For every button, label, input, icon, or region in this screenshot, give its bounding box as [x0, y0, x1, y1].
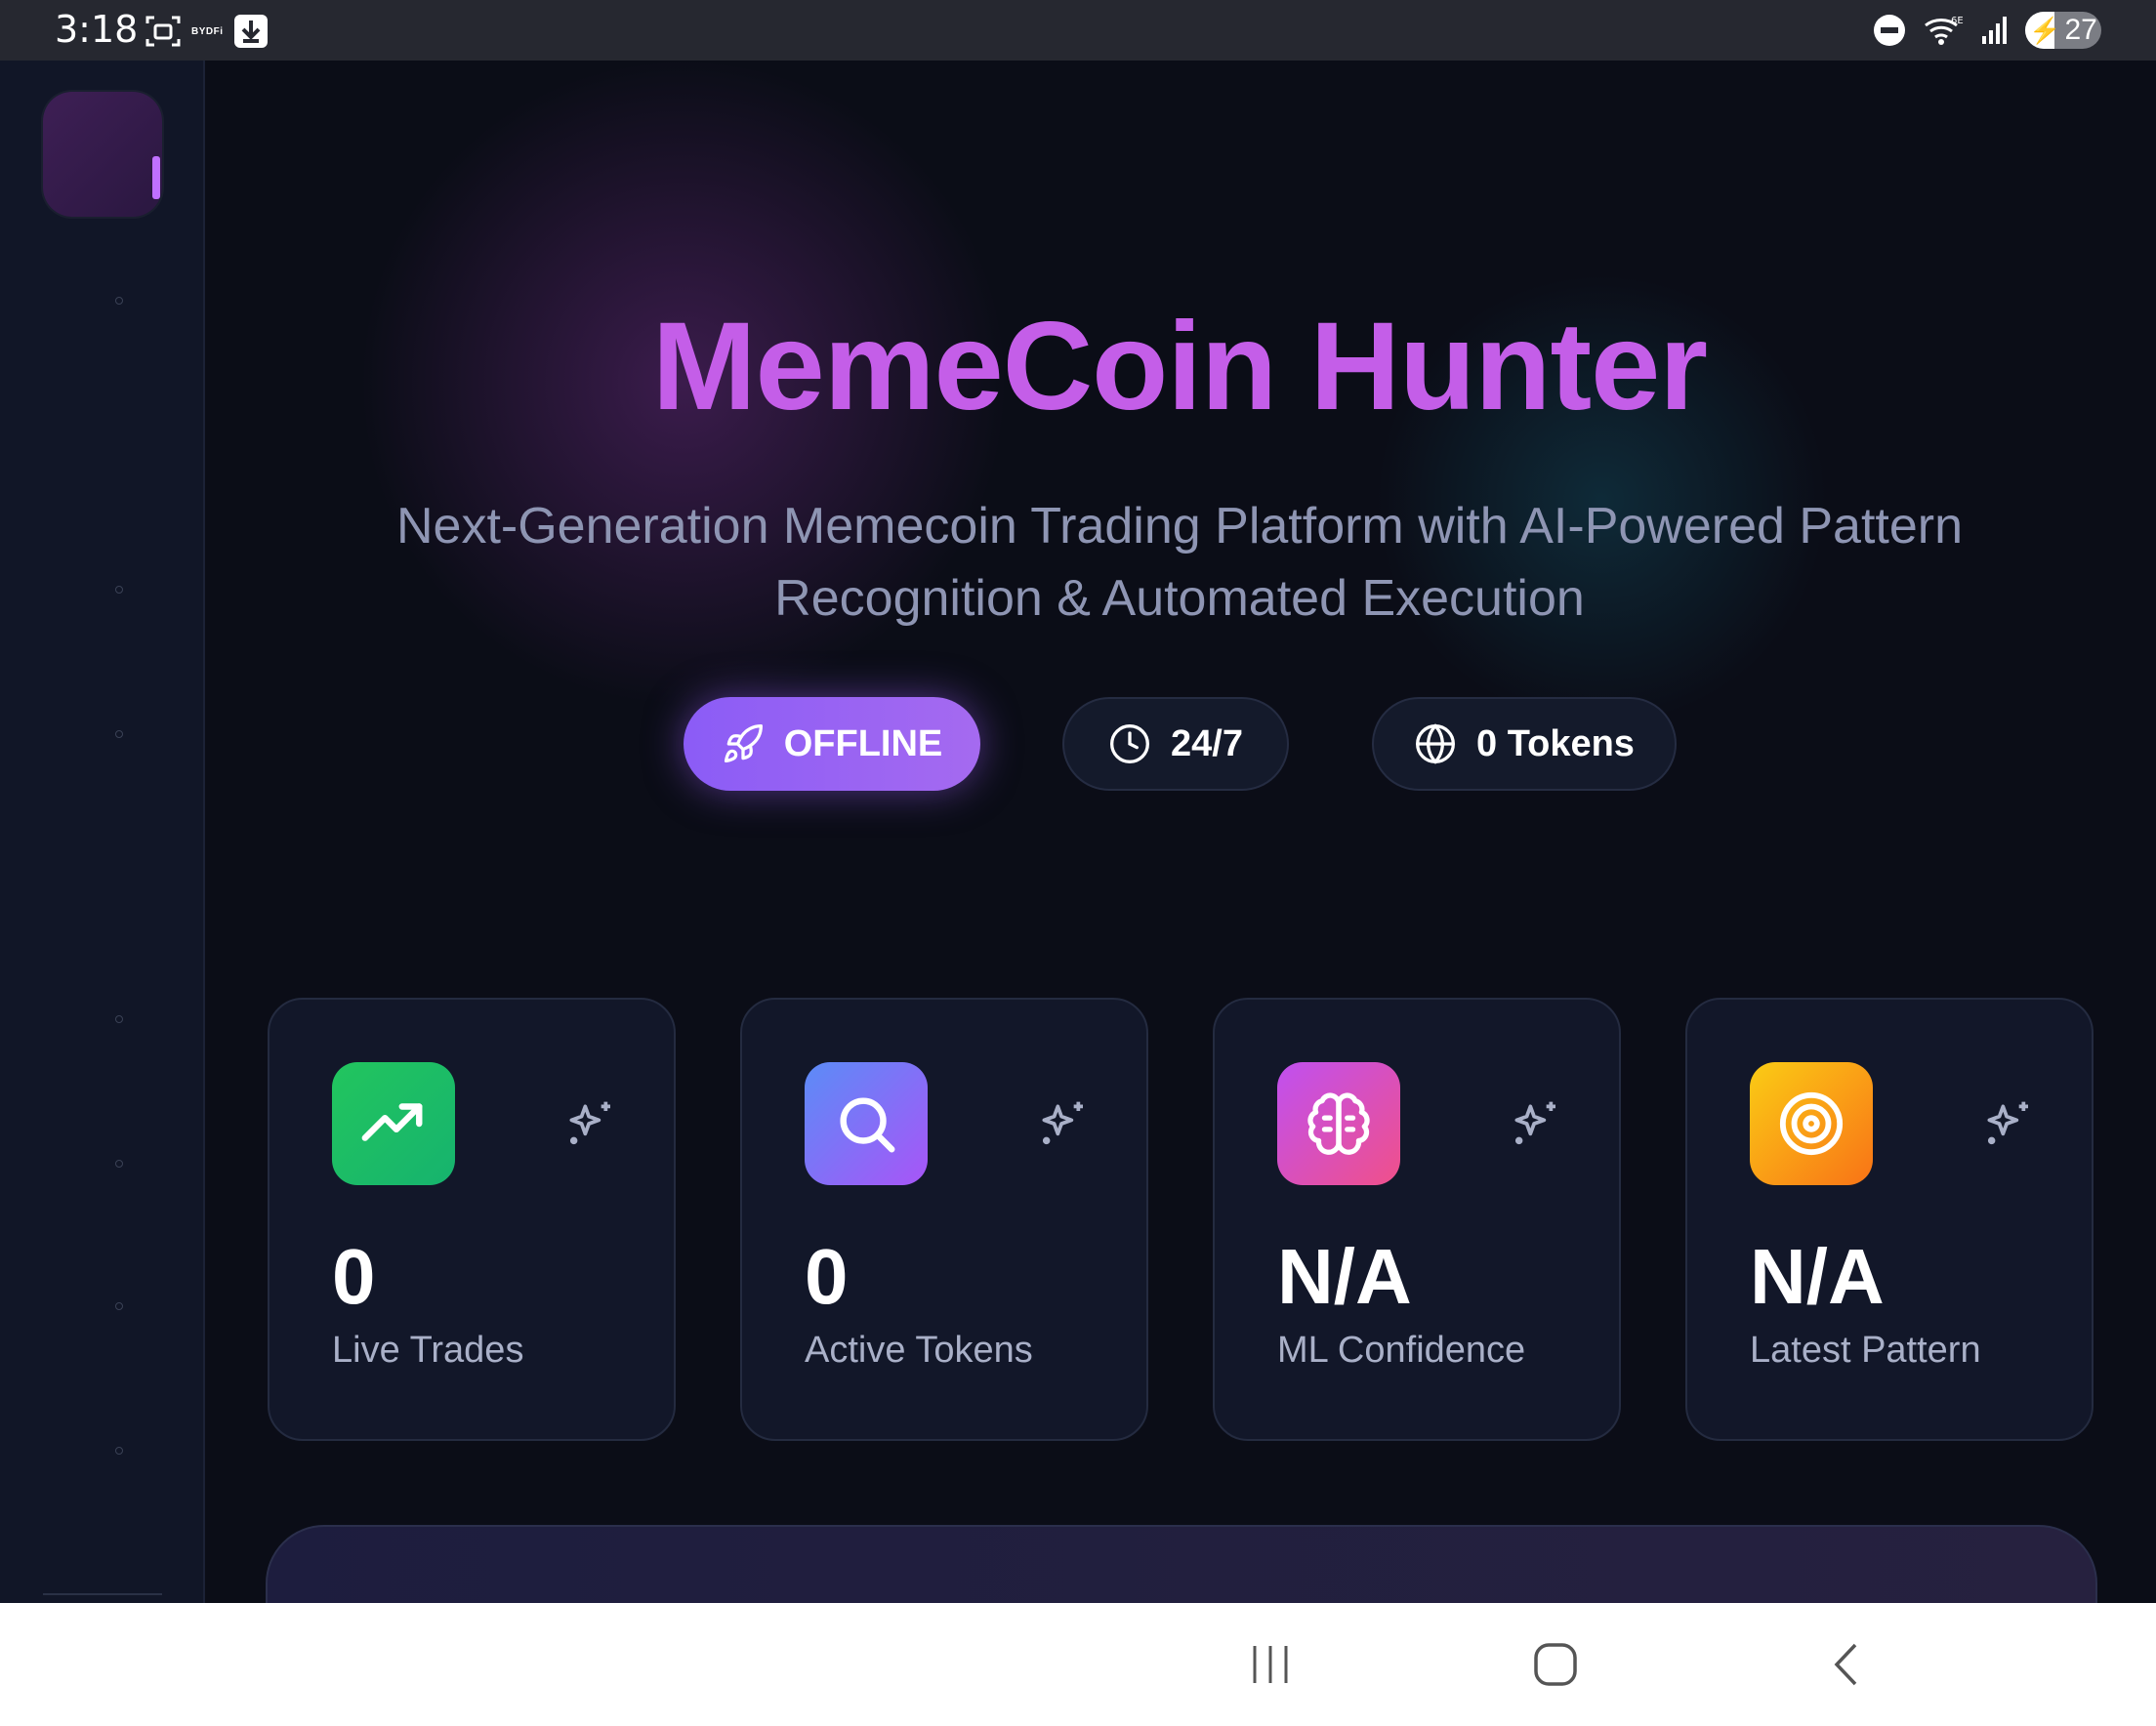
wifi-icon: 6E: [1925, 16, 1964, 45]
app-screen: MemeCoin Hunter Next-Generation Memecoin…: [0, 61, 2156, 1603]
sidebar-logo[interactable]: [43, 92, 162, 217]
sidebar-item-6[interactable]: [115, 1302, 123, 1310]
stat-value: N/A: [1750, 1233, 1885, 1320]
sidebar-item-5[interactable]: [115, 1160, 123, 1168]
sidebar: [0, 61, 205, 1603]
sparkle-icon: [569, 1101, 610, 1145]
offline-label: OFFLINE: [783, 722, 943, 764]
status-right-icons: 6E ⚡ 27: [1873, 12, 2101, 49]
offline-status-button[interactable]: OFFLINE: [684, 697, 980, 791]
sparkle-icon: [1987, 1101, 2028, 1145]
recent-apps-icon[interactable]: [1246, 1642, 1295, 1687]
back-icon[interactable]: [1822, 1642, 1871, 1687]
globe-icon: [1416, 723, 1456, 764]
stat-value: N/A: [1277, 1233, 1412, 1320]
signal-label: 6E: [1951, 16, 1964, 26]
sidebar-item-7[interactable]: [115, 1447, 123, 1455]
do-not-disturb-icon: [1874, 15, 1905, 46]
clock-icon: [1110, 724, 1149, 763]
brand-badge: BYDFi: [191, 25, 224, 37]
stat-card-active-tokens[interactable]: 0 Active Tokens: [740, 998, 1148, 1441]
screenshot-icon: [145, 16, 181, 47]
home-icon[interactable]: [1531, 1642, 1580, 1687]
sidebar-item-4[interactable]: [115, 1015, 123, 1023]
tokens-pill[interactable]: 0 Tokens: [1372, 697, 1677, 791]
stat-label: Latest Pattern: [1750, 1330, 1981, 1371]
page-subtitle: Next-Generation Memecoin Trading Platfor…: [301, 490, 2058, 635]
download-icon: [233, 15, 268, 48]
status-left-icons: BYDFi: [145, 14, 269, 49]
sidebar-divider: [43, 1593, 162, 1595]
subtitle-line-2: Recognition & Automated Execution: [774, 570, 1585, 627]
trending-up-icon: [332, 1062, 455, 1185]
stat-label: Live Trades: [332, 1330, 524, 1371]
stat-card-latest-pattern[interactable]: N/A Latest Pattern: [1685, 998, 2094, 1441]
uptime-label: 24/7: [1171, 722, 1243, 764]
battery-indicator: ⚡ 27: [2025, 12, 2101, 49]
system-nav-bar: [0, 1603, 2156, 1726]
sparkle-icon: [1514, 1101, 1555, 1145]
cell-signal-icon: [1982, 17, 2007, 44]
sparkle-icon: [1042, 1101, 1083, 1145]
stat-card-ml-confidence[interactable]: N/A ML Confidence: [1213, 998, 1621, 1441]
page-title: MemeCoin Hunter: [651, 297, 1708, 436]
subtitle-line-1: Next-Generation Memecoin Trading Platfor…: [395, 498, 1964, 555]
tokens-label: 0 Tokens: [1476, 722, 1635, 764]
status-bar: 3:18 BYDFi 6E ⚡ 27: [0, 0, 2156, 61]
bottom-panel: [266, 1525, 2097, 1603]
status-pills: OFFLINE 24/7 0 Tokens: [0, 697, 2156, 795]
stat-label: Active Tokens: [805, 1330, 1033, 1371]
brain-icon: [1277, 1062, 1400, 1185]
stat-card-live-trades[interactable]: 0 Live Trades: [268, 998, 676, 1441]
charging-icon: ⚡: [2029, 15, 2061, 45]
target-icon: [1750, 1062, 1873, 1185]
battery-level: 27: [2064, 14, 2097, 46]
status-time: 3:18: [55, 8, 139, 51]
stat-value: 0: [332, 1233, 376, 1320]
rocket-icon: [724, 724, 763, 763]
stat-value: 0: [805, 1233, 849, 1320]
sidebar-item-2[interactable]: [115, 586, 123, 594]
uptime-pill[interactable]: 24/7: [1062, 697, 1289, 791]
sidebar-item-1[interactable]: [115, 297, 123, 305]
search-icon: [805, 1062, 928, 1185]
stat-label: ML Confidence: [1277, 1330, 1526, 1371]
